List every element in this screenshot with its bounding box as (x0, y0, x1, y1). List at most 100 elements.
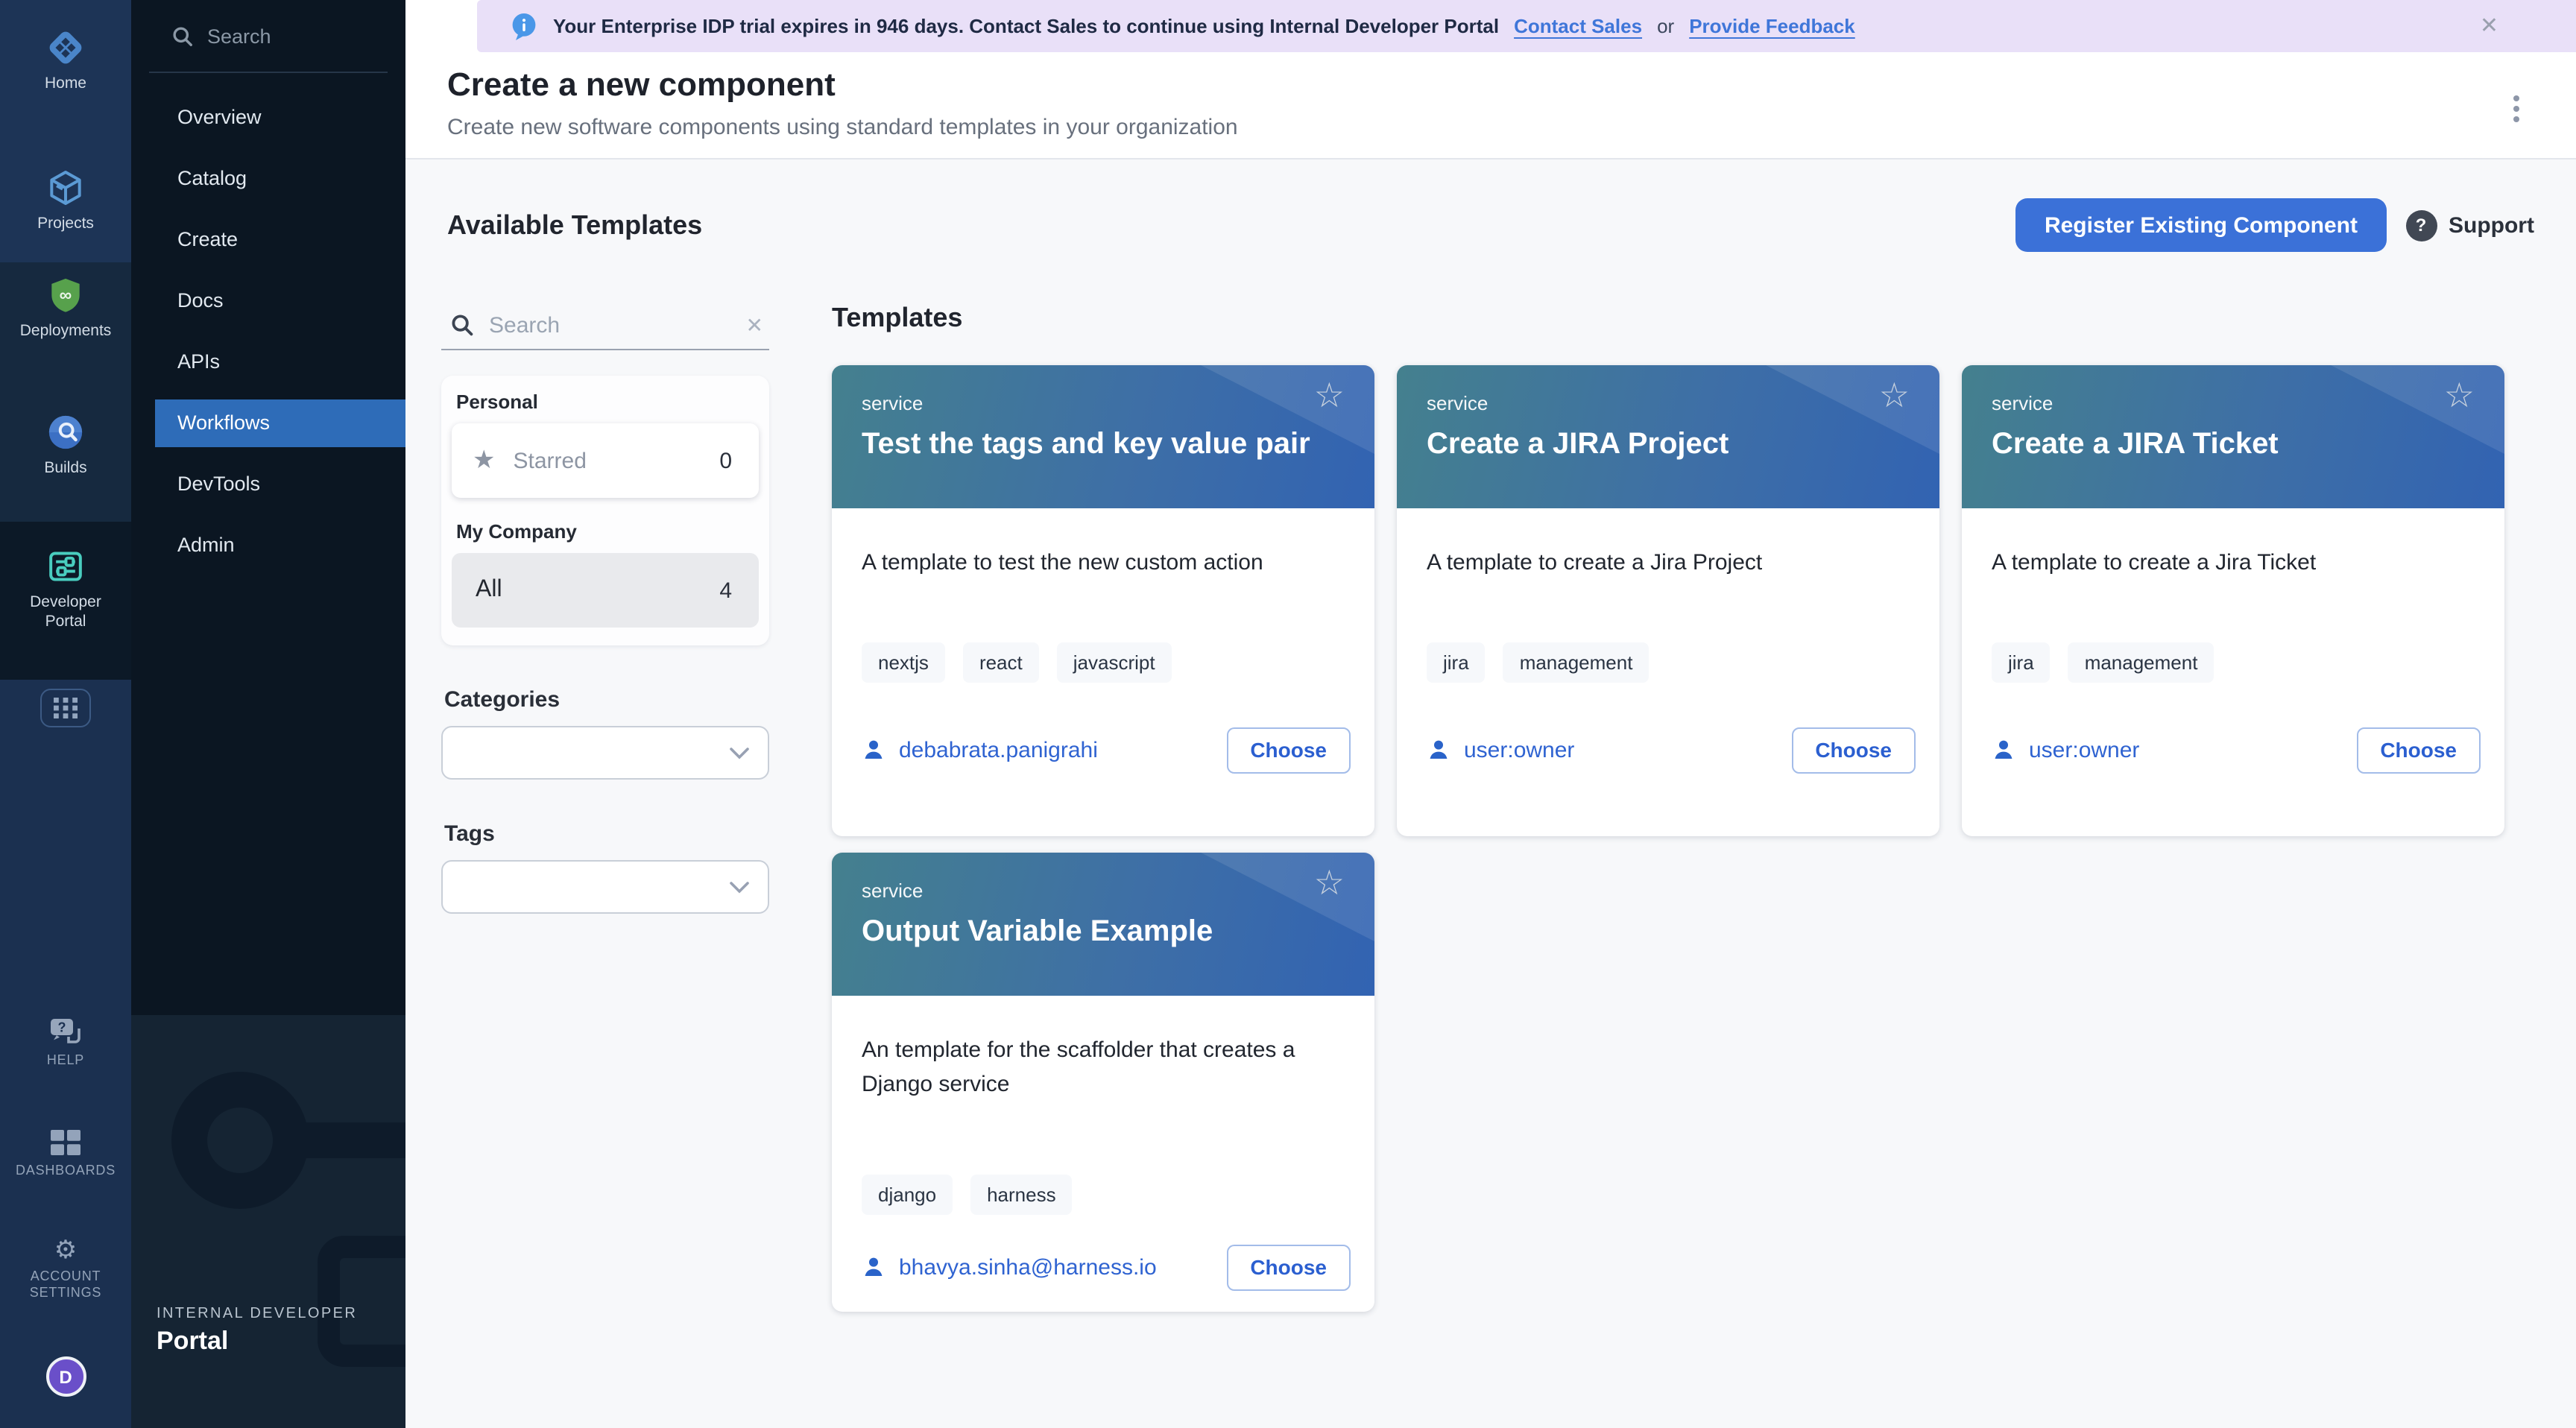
owner-name: user:owner (2029, 737, 2139, 762)
templates-section: Templates service Test the tags and key … (832, 303, 2540, 1312)
card-type: service (862, 392, 923, 414)
tag: management (1503, 642, 1650, 683)
choose-button[interactable]: Choose (2356, 727, 2481, 773)
svg-text:?: ? (58, 1020, 66, 1034)
nav-item-catalog[interactable]: Catalog (131, 148, 405, 209)
divider (149, 72, 388, 73)
tags-dropdown[interactable] (441, 860, 769, 914)
filter-all[interactable]: All 4 (452, 553, 759, 628)
card-title: Test the tags and key value pair (862, 428, 1345, 462)
star-outline-icon[interactable]: ☆ (1305, 865, 1354, 902)
module-label: HELP (0, 1052, 131, 1070)
module-dashboards[interactable]: DASHBOARDS (0, 1130, 131, 1180)
all-count: 4 (719, 578, 732, 603)
categories-dropdown[interactable] (441, 726, 769, 780)
template-card: service Test the tags and key value pair… (832, 365, 1374, 836)
templates-grid: service Test the tags and key value pair… (832, 365, 2540, 1312)
owner-link[interactable]: user:owner (1992, 737, 2139, 762)
nav-item-admin[interactable]: Admin (131, 514, 405, 575)
nav-item-devtools[interactable]: DevTools (131, 453, 405, 514)
provide-feedback-link[interactable]: Provide Feedback (1689, 15, 1855, 37)
module-label: Projects (0, 215, 131, 234)
star-outline-icon[interactable]: ☆ (1870, 377, 1919, 414)
page-header: Your Enterprise IDP trial expires in 946… (405, 0, 2576, 159)
module-help[interactable]: ? HELP (0, 1017, 131, 1070)
support-button[interactable]: ? Support (2405, 209, 2534, 241)
template-card: service Output Variable Example ☆ An tem… (832, 853, 1374, 1312)
card-tags: jira management (1427, 642, 1649, 683)
banner-message: Your Enterprise IDP trial expires in 946… (553, 15, 1499, 37)
svg-text:∞: ∞ (60, 285, 72, 304)
trial-banner: Your Enterprise IDP trial expires in 946… (477, 0, 2576, 52)
nav-search-placeholder: Search (207, 25, 271, 47)
module-apps-grid-button[interactable] (0, 689, 131, 727)
gear-icon: ⚙ (0, 1237, 131, 1263)
star-outline-icon[interactable]: ☆ (1305, 377, 1354, 414)
card-header: service Test the tags and key value pair… (832, 365, 1374, 508)
module-label: Builds (0, 459, 131, 478)
module-developer-portal[interactable]: Developer Portal (0, 546, 131, 633)
module-label: Developer Portal (18, 593, 113, 633)
ci-pipeline-icon (45, 411, 86, 453)
kebab-menu-icon[interactable] (2507, 89, 2525, 128)
register-existing-component-button[interactable]: Register Existing Component (2016, 198, 2386, 252)
nav-item-apis[interactable]: APIs (131, 331, 405, 392)
my-company-label: My Company (456, 520, 759, 543)
question-icon: ? (2405, 209, 2437, 241)
module-account-settings[interactable]: ⚙ ACCOUNT SETTINGS (0, 1237, 131, 1302)
filter-starred[interactable]: ★ Starred 0 (452, 423, 759, 498)
help-chat-icon: ? (48, 1017, 83, 1046)
card-header: service Create a JIRA Ticket ☆ (1962, 365, 2504, 508)
star-outline-icon[interactable]: ☆ (2435, 377, 2484, 414)
brand-line-1: INTERNAL DEVELOPER (157, 1306, 357, 1322)
card-header: service Create a JIRA Project ☆ (1397, 365, 1939, 508)
nav-item-docs[interactable]: Docs (131, 270, 405, 331)
available-templates-heading: Available Templates (447, 210, 702, 241)
banner-close-icon[interactable]: ✕ (2471, 13, 2507, 39)
choose-button[interactable]: Choose (1226, 727, 1351, 773)
card-description: A template to test the new custom action (832, 508, 1374, 581)
apps-grid-icon (40, 689, 91, 727)
search-input[interactable] (486, 311, 734, 339)
page-title: Create a new component (447, 66, 836, 104)
template-card: service Create a JIRA Ticket ☆ A templat… (1962, 365, 2504, 836)
owner-link[interactable]: debabrata.panigrahi (862, 737, 1098, 762)
toolbar-actions: Register Existing Component ? Support (2016, 198, 2534, 252)
harness-home-icon (45, 27, 86, 69)
developer-portal-icon (45, 546, 86, 587)
search-icon (171, 25, 194, 47)
star-icon: ★ (473, 446, 496, 476)
clear-search-icon[interactable]: ✕ (746, 315, 763, 335)
module-projects[interactable]: Projects (0, 167, 131, 234)
cube-icon (45, 167, 86, 209)
module-home[interactable]: Home (0, 27, 131, 94)
module-label: Deployments (0, 322, 131, 341)
module-builds[interactable]: Builds (0, 411, 131, 478)
card-type: service (862, 879, 923, 902)
owner-link[interactable]: bhavya.sinha@harness.io (862, 1254, 1157, 1280)
choose-button[interactable]: Choose (1791, 727, 1916, 773)
owner-link[interactable]: user:owner (1427, 737, 1574, 762)
nav-item-overview[interactable]: Overview (131, 86, 405, 148)
tag: management (2068, 642, 2214, 683)
nav-item-create[interactable]: Create (131, 209, 405, 270)
owner-name: user:owner (1464, 737, 1574, 762)
choose-button[interactable]: Choose (1226, 1244, 1351, 1290)
contact-sales-link[interactable]: Contact Sales (1514, 15, 1642, 37)
module-deployments[interactable]: ∞ Deployments (0, 274, 131, 341)
nav-item-workflows[interactable]: Workflows (155, 399, 405, 446)
card-footer: bhavya.sinha@harness.io Choose (862, 1242, 1351, 1292)
tag: nextjs (862, 642, 945, 683)
card-description: A template to create a Jira Ticket (1962, 508, 2504, 581)
all-label: All (476, 577, 502, 604)
tags-label: Tags (444, 821, 769, 847)
nav-search[interactable]: Search (131, 0, 405, 72)
brand-line-2: Portal (157, 1327, 357, 1356)
cd-shield-icon: ∞ (45, 274, 86, 316)
tag: react (963, 642, 1039, 683)
user-avatar-button[interactable]: D (0, 1356, 131, 1397)
card-title: Create a JIRA Project (1427, 428, 1910, 462)
banner-conjunction: or (1657, 15, 1674, 37)
tag: harness (970, 1175, 1073, 1215)
chevron-down-icon (729, 746, 750, 759)
